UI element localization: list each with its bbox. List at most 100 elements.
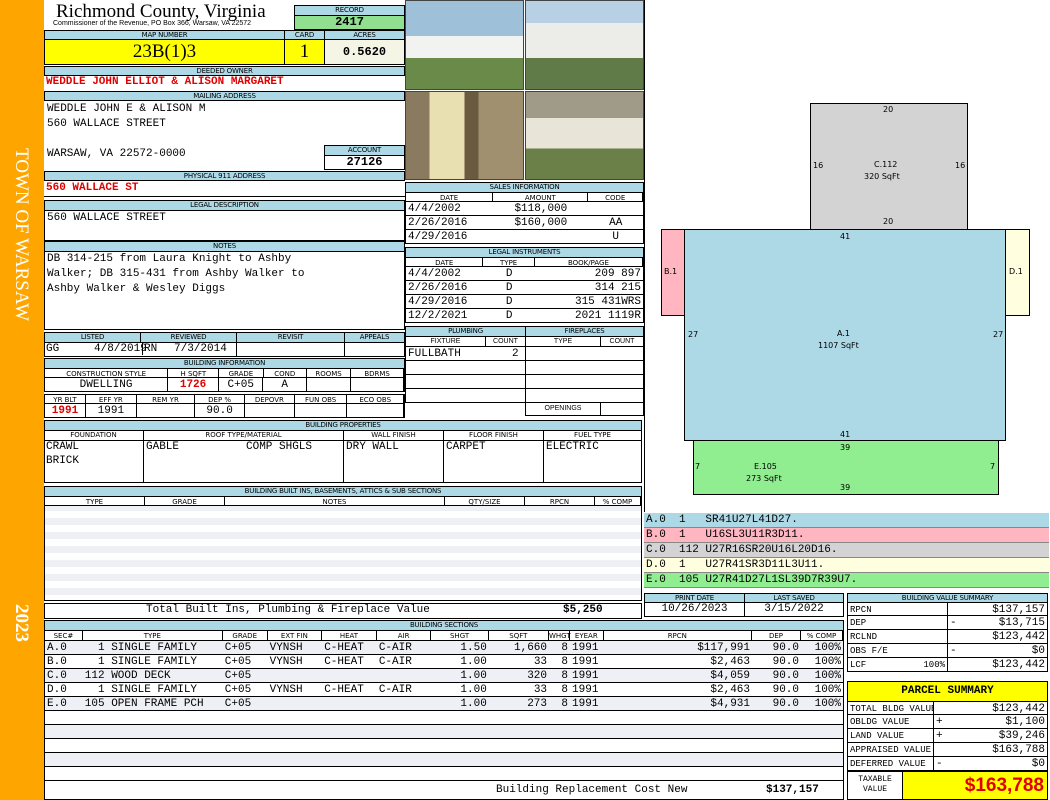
physical-address: 560 WALLACE ST xyxy=(46,182,139,194)
table-cell: D xyxy=(505,268,513,280)
table-cell: 1991 xyxy=(572,642,599,654)
taxable-value-label: TAXABLE VALUE xyxy=(847,771,903,800)
table-row: 4/4/2002 D 209 897 xyxy=(405,267,644,281)
sketch-legend-row: E.0 105 U27R41D27L1SL39D7R39U7. xyxy=(644,573,1049,588)
commissioner-address: Commissioner of the Revenue, PO Box 366,… xyxy=(53,20,252,27)
table-cell: 33 xyxy=(533,656,548,668)
summary-row: OBS F/E - $0 xyxy=(847,644,1048,658)
table-cell: 12/2/2021 xyxy=(408,310,468,322)
table-cell xyxy=(268,669,323,682)
property-value: BRICK xyxy=(46,455,80,467)
deeded-owner-label: DEEDED OWNER xyxy=(44,66,405,76)
table-cell: 314 215 xyxy=(594,282,641,294)
summary-sign xyxy=(948,658,962,671)
table-cell: VYNSH xyxy=(269,656,303,668)
column-header: EFF YR xyxy=(86,395,137,404)
table-cell: D xyxy=(505,296,513,308)
table-row: 4/4/2002 $118,000 xyxy=(405,202,644,216)
column-header: COND xyxy=(264,369,307,378)
table-cell: C+05 xyxy=(224,684,252,696)
reviewed-date: 7/3/2014 xyxy=(174,343,227,355)
shed-photo xyxy=(405,91,524,180)
column-header: BOOK/PAGE xyxy=(535,258,643,267)
summary-value: $0 xyxy=(1031,758,1045,770)
account-number: 27126 xyxy=(324,155,405,170)
summary-row: APPRAISED VALUE $163,788 xyxy=(847,743,1048,757)
openings-label: OPENINGS xyxy=(525,402,601,416)
table-cell: 273 xyxy=(527,698,548,710)
table-row: E.0 105 OPEN FRAME PCH C+05 1.00 273 8 1991 $4,… xyxy=(45,697,843,711)
sketch-legend-row: B.0 1 U16SL3U11R3D11. xyxy=(644,528,1049,543)
table-row: 2/26/2016 $160,000 AA xyxy=(405,216,644,230)
table-cell xyxy=(268,697,323,710)
column-header: QTY/SIZE xyxy=(445,497,525,506)
reviewed-by: RN xyxy=(142,343,158,355)
table-cell: C-HEAT xyxy=(324,642,364,654)
dim-label: 20 xyxy=(883,217,894,226)
summary-label: LAND VALUE xyxy=(848,729,934,742)
replacement-cost-label: Building Replacement Cost New xyxy=(496,784,688,796)
table-cell: 90.0 xyxy=(772,642,799,654)
table-cell: 8 xyxy=(561,670,569,682)
table-cell: 1 SINGLE FAMILY xyxy=(84,684,198,696)
table-cell: 100% xyxy=(814,642,841,654)
taxable-value: $163,788 xyxy=(902,771,1048,800)
legal-description: 560 WALLACE STREET xyxy=(47,212,166,224)
table-row xyxy=(45,725,843,739)
table-cell: 8 xyxy=(561,656,569,668)
column-header: DEP xyxy=(752,631,801,640)
table-cell: 4/4/2002 xyxy=(408,268,461,280)
column-header: AMOUNT xyxy=(493,193,589,202)
summary-sign: + xyxy=(936,730,943,742)
table-cell: $2,463 xyxy=(710,656,750,668)
table-cell: C+05 xyxy=(224,698,252,710)
table-cell: 1991 xyxy=(45,404,86,417)
table-cell xyxy=(377,697,432,710)
table-cell xyxy=(322,669,377,682)
summary-value: $39,246 xyxy=(998,730,1045,742)
table-cell: VYNSH xyxy=(269,684,303,696)
summary-label: APPRAISED VALUE xyxy=(848,743,934,756)
property-column-floor: FLOOR FINISH CARPET xyxy=(444,430,544,483)
column-header: FUN OBS xyxy=(295,395,348,404)
notes-line: DB 314-215 from Laura Knight to Ashby xyxy=(47,253,292,265)
table-cell: 1.00 xyxy=(460,656,487,668)
table-cell: $117,991 xyxy=(697,642,750,654)
section-area: 1107 SqFt xyxy=(818,341,859,350)
mailing-line-3: WARSAW, VA 22572-0000 xyxy=(47,148,186,160)
dim-label: 39 xyxy=(840,483,851,492)
column-header: ECO OBS xyxy=(347,395,404,404)
table-cell xyxy=(351,378,405,391)
table-cell: A.0 xyxy=(47,642,67,654)
table-cell: 4/29/2016 xyxy=(408,231,468,243)
plumbing-count: 2 xyxy=(512,348,519,360)
column-header: WHGT xyxy=(548,631,571,640)
header-row: CONSTRUCTION STYLE H SQFT GRADE COND ROOMS BD… xyxy=(44,368,405,378)
column-header: ROOF TYPE/MATERIAL xyxy=(205,431,282,439)
section-name: D.1 xyxy=(1009,267,1023,276)
column-header: REM YR xyxy=(137,395,196,404)
table-cell: 90.0 xyxy=(772,684,799,696)
table-cell: D.0 xyxy=(47,684,67,696)
header-row: SEC# TYPE GRADE EXT FIN HEAT AIR SHGT SQFT WHGT E… xyxy=(45,631,843,641)
table-cell: 1991 xyxy=(572,656,599,668)
summary-row: TOTAL BLDG VALUE $123,442 xyxy=(847,701,1048,715)
table-cell: 100% xyxy=(814,670,841,682)
table-cell: C+05 xyxy=(224,642,252,654)
summary-sign: - xyxy=(950,645,957,657)
summary-label: LCF 100% xyxy=(848,658,948,671)
table-row: C.0 112 WOOD DECK C+05 1.00 320 8 1991 $4,059 90… xyxy=(45,669,843,683)
table-cell: 33 xyxy=(533,684,548,696)
mailing-address-label: MAILING ADDRESS xyxy=(44,91,405,101)
column-header: % COMP xyxy=(801,631,843,640)
header-row: DATE AMOUNT CODE xyxy=(405,192,644,202)
column-header: FUEL TYPE xyxy=(574,431,611,439)
summary-value: $1,100 xyxy=(1005,716,1045,728)
summary-label: RCLND xyxy=(848,630,948,643)
sketch-legend-row: C.0 112 U27R16SR20U16L20D16. xyxy=(644,543,1049,558)
sketch-legend-row: A.0 1 SR41U27L41D27. xyxy=(644,513,1049,528)
summary-value: $0 xyxy=(1031,645,1045,657)
table-row xyxy=(45,739,843,753)
table-cell: DWELLING xyxy=(45,378,169,391)
summary-sign: - xyxy=(936,758,943,770)
